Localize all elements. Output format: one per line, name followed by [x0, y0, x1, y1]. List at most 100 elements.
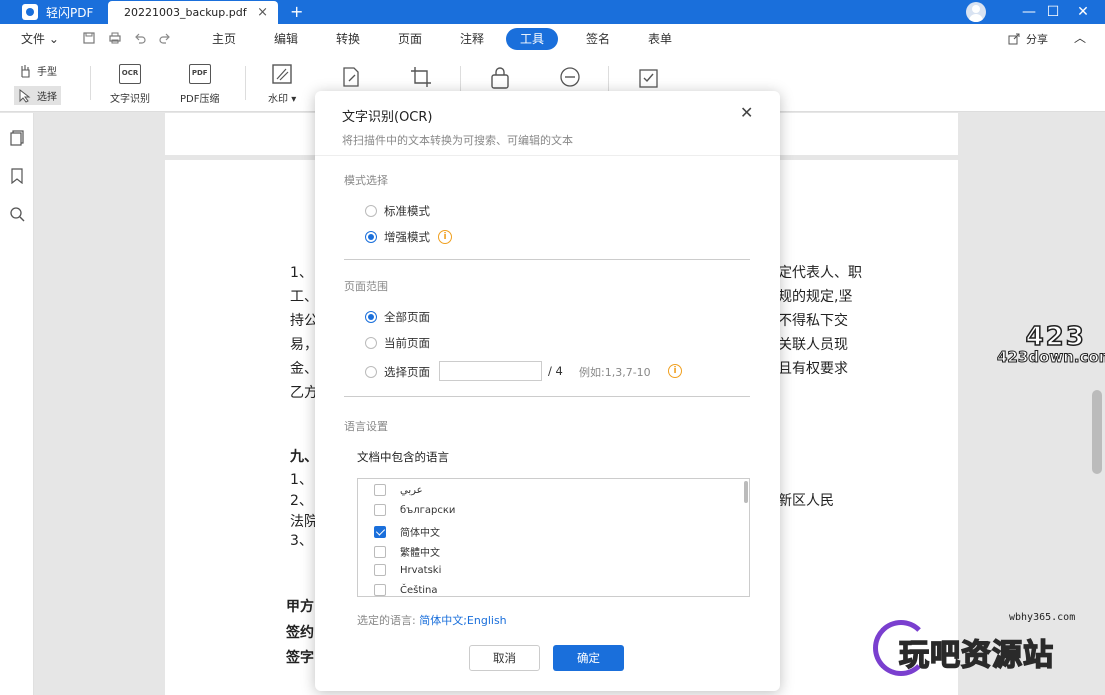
doc-signature-label: 签字 [286, 650, 314, 666]
tab-edit[interactable]: 编辑 [260, 28, 312, 50]
compress-icon: PDF [188, 64, 211, 84]
checkbox[interactable] [374, 564, 386, 576]
cursor-icon [19, 88, 31, 103]
site-watermark-423down: 423 423down.com [996, 323, 1105, 366]
redo-icon[interactable] [159, 32, 171, 44]
radio-all-pages[interactable]: 全部页面 [365, 309, 430, 325]
doc-text-right: 定代表人、职 [778, 265, 862, 281]
doc-text-right: 新区人民 [778, 493, 834, 509]
cancel-button[interactable]: 取消 [469, 645, 540, 671]
watermark-423-url: 423down.com [996, 348, 1105, 366]
compress-tool[interactable]: PDF PDF压缩 [180, 64, 219, 105]
doc-text-left: 乙方 [290, 385, 318, 401]
radio-label: 全部页面 [384, 310, 430, 324]
radio-button[interactable] [365, 205, 377, 217]
maximize-icon[interactable]: ☐ [1041, 0, 1065, 24]
language-item-bulgarian[interactable]: български [374, 504, 455, 516]
share-button[interactable]: 分享 [1008, 31, 1048, 47]
tab-form[interactable]: 表单 [634, 28, 686, 50]
doc-text-left: 1、 [290, 472, 313, 488]
language-list[interactable]: عربي български 简体中文 繁體中文 Hrvatski Češtin… [357, 478, 750, 597]
remove-icon[interactable] [560, 67, 580, 87]
page-total: / 4 [548, 364, 563, 378]
radio-select-pages[interactable]: 选择页面 [365, 364, 430, 380]
doc-text-left: 2、 [290, 493, 313, 509]
document-tab[interactable]: 20221003_backup.pdf × [108, 1, 278, 24]
language-list-scrollbar[interactable] [744, 481, 748, 503]
hand-tool[interactable]: 手型 [18, 63, 57, 78]
language-item-arabic[interactable]: عربي [374, 484, 423, 496]
tab-page[interactable]: 页面 [384, 28, 436, 50]
edit-doc-icon[interactable] [340, 66, 362, 88]
language-item-czech[interactable]: Čeština [374, 584, 438, 596]
language-item-croatian[interactable]: Hrvatski [374, 564, 441, 576]
undo-icon[interactable] [134, 32, 146, 44]
language-label: عربي [400, 484, 423, 496]
print-icon[interactable] [109, 32, 121, 44]
doc-signature-label: 签约 [286, 625, 314, 641]
tab-annotate[interactable]: 注释 [446, 28, 498, 50]
ocr-tool-label: 文字识别 [110, 94, 150, 105]
avatar[interactable] [966, 2, 986, 22]
close-icon[interactable]: ✕ [740, 103, 753, 122]
save-icon[interactable] [83, 32, 95, 44]
checkbox[interactable] [374, 545, 386, 558]
share-label: 分享 [1026, 33, 1048, 46]
app-logo-icon [22, 4, 38, 20]
language-label: български [400, 504, 456, 516]
menu-bar: 文件 ⌄ 主页 编辑 转换 页面 注释 工具 签名 表单 分享 ︿ [0, 24, 1105, 54]
minimize-icon[interactable]: — [1017, 0, 1041, 24]
bookmark-icon[interactable] [9, 168, 25, 184]
document-tab-label: 20221003_backup.pdf [124, 6, 247, 19]
page-range-example: 例如:1,3,7-10 [579, 366, 651, 379]
lock-icon[interactable] [490, 67, 510, 89]
selected-languages-label: 选定的语言: [357, 614, 416, 627]
document-scrollbar[interactable] [1092, 390, 1102, 474]
info-icon[interactable]: i [438, 230, 452, 244]
tab-home[interactable]: 主页 [198, 28, 250, 50]
file-menu[interactable]: 文件 ⌄ [21, 30, 59, 47]
doc-text-right: 关联人员现 [778, 337, 848, 353]
left-sidebar [0, 113, 34, 695]
dialog-title: 文字识别(OCR) [342, 110, 433, 125]
form-check-icon[interactable] [638, 66, 660, 88]
radio-button[interactable] [365, 231, 377, 243]
checkbox[interactable] [374, 525, 386, 538]
tab-convert[interactable]: 转换 [322, 28, 374, 50]
watermark-tool[interactable]: 水印 ▾ [268, 64, 296, 105]
close-window-icon[interactable]: ✕ [1071, 0, 1095, 24]
thumbnails-icon[interactable] [9, 130, 25, 146]
doc-signature-label: 甲方 [286, 599, 314, 615]
crop-icon[interactable] [410, 66, 432, 88]
checkbox[interactable] [374, 484, 386, 496]
language-item-simplified-chinese[interactable]: 简体中文 [374, 524, 440, 539]
divider [344, 396, 750, 397]
search-icon[interactable] [9, 206, 25, 222]
select-tool[interactable]: 选择 [14, 86, 61, 105]
collapse-ribbon-icon[interactable]: ︿ [1074, 29, 1086, 46]
checkbox[interactable] [374, 584, 386, 596]
radio-current-page[interactable]: 当前页面 [365, 335, 430, 351]
doc-text-left: 持公 [290, 313, 318, 329]
radio-button[interactable] [365, 337, 377, 349]
info-icon[interactable]: i [668, 364, 682, 378]
watermark-tool-label: 水印 [268, 94, 288, 105]
tab-sign[interactable]: 签名 [572, 28, 624, 50]
radio-standard-mode[interactable]: 标准模式 [365, 203, 430, 219]
tab-tools[interactable]: 工具 [506, 28, 559, 50]
ocr-tool[interactable]: OCR 文字识别 [110, 64, 150, 105]
close-tab-icon[interactable]: × [257, 5, 268, 20]
radio-button[interactable] [365, 366, 377, 378]
watermark-wb-text: 玩吧资源站 [898, 637, 1054, 674]
app-tab[interactable]: 轻闪PDF [0, 0, 108, 24]
radio-button[interactable] [365, 311, 377, 323]
page-range-input[interactable] [439, 361, 542, 381]
selected-languages-value[interactable]: 简体中文;English [419, 614, 506, 627]
new-tab-icon[interactable]: + [290, 2, 303, 21]
radio-enhanced-mode[interactable]: 增强模式 i [365, 229, 452, 245]
language-item-traditional-chinese[interactable]: 繁體中文 [374, 544, 440, 559]
confirm-button[interactable]: 确定 [553, 645, 624, 671]
doc-text-right: 不得私下交 [778, 313, 848, 329]
checkbox[interactable] [374, 504, 386, 516]
radio-label: 增强模式 [384, 230, 430, 244]
